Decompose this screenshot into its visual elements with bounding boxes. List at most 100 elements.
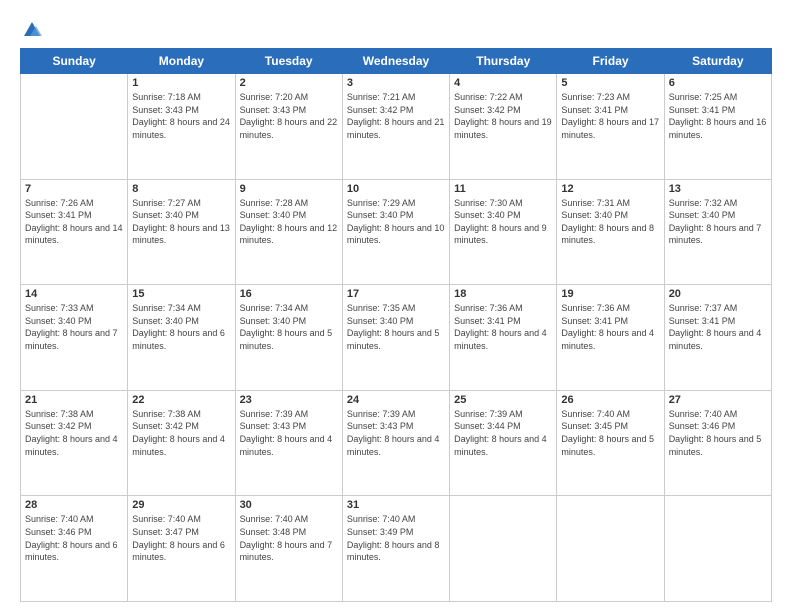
calendar-cell: 16 Sunrise: 7:34 AMSunset: 3:40 PMDayligh… [235,285,342,391]
day-number: 6 [669,77,767,89]
calendar-cell: 27 Sunrise: 7:40 AMSunset: 3:46 PMDayligh… [664,390,771,496]
day-number: 12 [561,183,659,195]
day-number: 20 [669,288,767,300]
day-info: Sunrise: 7:22 AMSunset: 3:42 PMDaylight:… [454,91,552,141]
week-row-3: 21 Sunrise: 7:38 AMSunset: 3:42 PMDayligh… [21,390,772,496]
day-number: 23 [240,394,338,406]
day-info: Sunrise: 7:36 AMSunset: 3:41 PMDaylight:… [561,302,659,352]
day-number: 27 [669,394,767,406]
calendar-cell: 4 Sunrise: 7:22 AMSunset: 3:42 PMDaylight… [450,74,557,180]
calendar-cell: 28Sunrise: 7:40 AMSunset: 3:46 PMDayligh… [21,496,128,602]
day-info: Sunrise: 7:28 AMSunset: 3:40 PMDaylight:… [240,197,338,247]
calendar-cell: 7Sunrise: 7:26 AMSunset: 3:41 PMDaylight… [21,179,128,285]
weekday-header-saturday: Saturday [664,49,771,74]
day-info: Sunrise: 7:27 AMSunset: 3:40 PMDaylight:… [132,197,230,247]
calendar-cell: 24 Sunrise: 7:39 AMSunset: 3:43 PMDayligh… [342,390,449,496]
day-number: 18 [454,288,552,300]
day-number: 7 [25,183,123,195]
calendar-cell: 29 Sunrise: 7:40 AMSunset: 3:47 PMDayligh… [128,496,235,602]
day-number: 9 [240,183,338,195]
day-info: Sunrise: 7:21 AMSunset: 3:42 PMDaylight:… [347,91,445,141]
weekday-header-monday: Monday [128,49,235,74]
day-info: Sunrise: 7:20 AMSunset: 3:43 PMDaylight:… [240,91,338,141]
calendar-cell: 9 Sunrise: 7:28 AMSunset: 3:40 PMDaylight… [235,179,342,285]
day-info: Sunrise: 7:40 AMSunset: 3:47 PMDaylight:… [132,513,230,563]
day-info: Sunrise: 7:40 AMSunset: 3:45 PMDaylight:… [561,408,659,458]
week-row-4: 28Sunrise: 7:40 AMSunset: 3:46 PMDayligh… [21,496,772,602]
weekday-header-thursday: Thursday [450,49,557,74]
calendar-table: SundayMondayTuesdayWednesdayThursdayFrid… [20,48,772,602]
day-info: Sunrise: 7:23 AMSunset: 3:41 PMDaylight:… [561,91,659,141]
day-number: 30 [240,499,338,511]
calendar-cell: 1Sunrise: 7:18 AMSunset: 3:43 PMDaylight… [128,74,235,180]
calendar-cell: 6 Sunrise: 7:25 AMSunset: 3:41 PMDaylight… [664,74,771,180]
calendar-cell: 31Sunrise: 7:40 AMSunset: 3:49 PMDayligh… [342,496,449,602]
day-info: Sunrise: 7:25 AMSunset: 3:41 PMDaylight:… [669,91,767,141]
day-number: 16 [240,288,338,300]
calendar-cell: 11 Sunrise: 7:30 AMSunset: 3:40 PMDayligh… [450,179,557,285]
day-number: 5 [561,77,659,89]
day-number: 13 [669,183,767,195]
week-row-0: 1Sunrise: 7:18 AMSunset: 3:43 PMDaylight… [21,74,772,180]
day-number: 8 [132,183,230,195]
logo-icon [22,18,42,38]
calendar-cell: 10 Sunrise: 7:29 AMSunset: 3:40 PMDayligh… [342,179,449,285]
day-number: 31 [347,499,445,511]
calendar-cell: 22Sunrise: 7:38 AMSunset: 3:42 PMDayligh… [128,390,235,496]
day-number: 22 [132,394,230,406]
calendar-cell: 3 Sunrise: 7:21 AMSunset: 3:42 PMDaylight… [342,74,449,180]
day-number: 4 [454,77,552,89]
calendar-cell: 21 Sunrise: 7:38 AMSunset: 3:42 PMDayligh… [21,390,128,496]
day-info: Sunrise: 7:29 AMSunset: 3:40 PMDaylight:… [347,197,445,247]
weekday-header-tuesday: Tuesday [235,49,342,74]
weekday-header-sunday: Sunday [21,49,128,74]
calendar-cell: 12 Sunrise: 7:31 AMSunset: 3:40 PMDayligh… [557,179,664,285]
day-info: Sunrise: 7:36 AMSunset: 3:41 PMDaylight:… [454,302,552,352]
calendar-cell: 19 Sunrise: 7:36 AMSunset: 3:41 PMDayligh… [557,285,664,391]
day-number: 10 [347,183,445,195]
day-number: 17 [347,288,445,300]
calendar-cell: 13 Sunrise: 7:32 AMSunset: 3:40 PMDayligh… [664,179,771,285]
day-number: 15 [132,288,230,300]
calendar-cell: 2 Sunrise: 7:20 AMSunset: 3:43 PMDaylight… [235,74,342,180]
calendar-cell: 25Sunrise: 7:39 AMSunset: 3:44 PMDayligh… [450,390,557,496]
calendar-cell: 14 Sunrise: 7:33 AMSunset: 3:40 PMDayligh… [21,285,128,391]
day-number: 24 [347,394,445,406]
calendar-cell: 23 Sunrise: 7:39 AMSunset: 3:43 PMDayligh… [235,390,342,496]
day-number: 11 [454,183,552,195]
header [20,18,772,38]
day-info: Sunrise: 7:40 AMSunset: 3:46 PMDaylight:… [669,408,767,458]
calendar-cell [664,496,771,602]
day-number: 14 [25,288,123,300]
day-number: 21 [25,394,123,406]
calendar-cell [557,496,664,602]
weekday-header-wednesday: Wednesday [342,49,449,74]
week-row-1: 7Sunrise: 7:26 AMSunset: 3:41 PMDaylight… [21,179,772,285]
calendar-cell: 20Sunrise: 7:37 AMSunset: 3:41 PMDayligh… [664,285,771,391]
day-number: 3 [347,77,445,89]
day-number: 26 [561,394,659,406]
week-row-2: 14 Sunrise: 7:33 AMSunset: 3:40 PMDayligh… [21,285,772,391]
page: SundayMondayTuesdayWednesdayThursdayFrid… [0,0,792,612]
weekday-header-row: SundayMondayTuesdayWednesdayThursdayFrid… [21,49,772,74]
calendar-cell: 17Sunrise: 7:35 AMSunset: 3:40 PMDayligh… [342,285,449,391]
day-number: 29 [132,499,230,511]
day-info: Sunrise: 7:39 AMSunset: 3:43 PMDaylight:… [240,408,338,458]
day-number: 2 [240,77,338,89]
day-info: Sunrise: 7:33 AMSunset: 3:40 PMDaylight:… [25,302,123,352]
day-info: Sunrise: 7:18 AMSunset: 3:43 PMDaylight:… [132,91,230,141]
day-info: Sunrise: 7:40 AMSunset: 3:48 PMDaylight:… [240,513,338,563]
day-number: 19 [561,288,659,300]
day-info: Sunrise: 7:31 AMSunset: 3:40 PMDaylight:… [561,197,659,247]
day-info: Sunrise: 7:34 AMSunset: 3:40 PMDaylight:… [132,302,230,352]
calendar-cell: 15 Sunrise: 7:34 AMSunset: 3:40 PMDayligh… [128,285,235,391]
day-number: 25 [454,394,552,406]
calendar-cell: 26 Sunrise: 7:40 AMSunset: 3:45 PMDayligh… [557,390,664,496]
day-info: Sunrise: 7:39 AMSunset: 3:43 PMDaylight:… [347,408,445,458]
logo [20,18,42,38]
day-info: Sunrise: 7:38 AMSunset: 3:42 PMDaylight:… [25,408,123,458]
day-info: Sunrise: 7:34 AMSunset: 3:40 PMDaylight:… [240,302,338,352]
day-info: Sunrise: 7:30 AMSunset: 3:40 PMDaylight:… [454,197,552,247]
calendar-cell: 8 Sunrise: 7:27 AMSunset: 3:40 PMDaylight… [128,179,235,285]
day-info: Sunrise: 7:32 AMSunset: 3:40 PMDaylight:… [669,197,767,247]
